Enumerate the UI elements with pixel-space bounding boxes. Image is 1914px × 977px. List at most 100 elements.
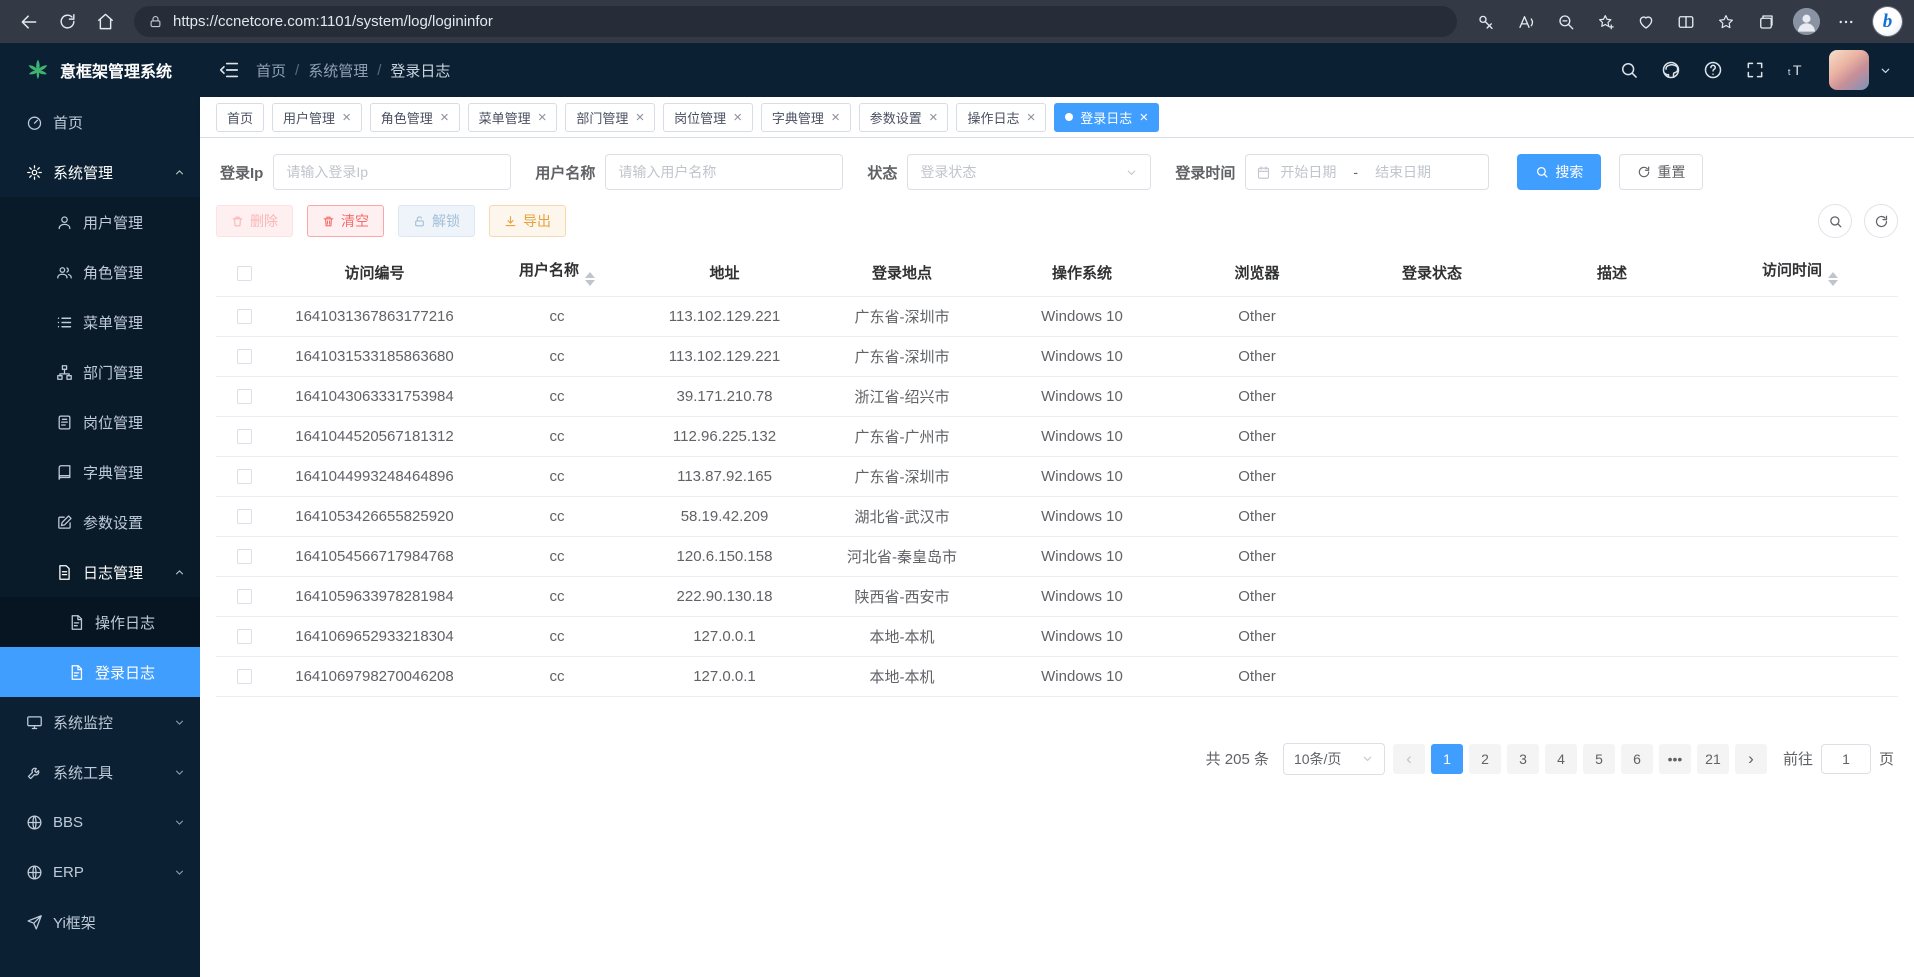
fullscreen-icon[interactable] [1745,60,1765,80]
close-tab-icon[interactable]: × [342,110,351,125]
pager-more-button[interactable]: ••• [1659,744,1691,774]
pager-page-6[interactable]: 6 [1621,744,1653,774]
login-ip-input[interactable] [273,154,511,190]
sidebar-item-dept-management[interactable]: 部门管理 [0,347,200,397]
refresh-icon[interactable] [50,6,84,38]
close-tab-icon[interactable]: × [733,110,742,125]
sidebar-item-login-log[interactable]: 登录日志 [0,647,200,697]
close-tab-icon[interactable]: × [538,110,547,125]
sort-carets-icon[interactable] [1828,272,1838,286]
pager-page-4[interactable]: 4 [1545,744,1577,774]
browser-profile-avatar[interactable] [1789,6,1823,38]
table-row[interactable]: 1641069652933218304cc127.0.0.1本地-本机Windo… [216,616,1898,656]
sidebar-item-bbs[interactable]: BBS [0,797,200,847]
sidebar-item-operation-log[interactable]: 操作日志 [0,597,200,647]
unlock-button[interactable]: 解锁 [398,205,475,237]
password-key-icon[interactable] [1469,6,1503,38]
row-checkbox[interactable] [237,469,252,484]
table-row[interactable]: 1641031533185863680cc113.102.129.221广东省-… [216,336,1898,376]
zoom-icon[interactable] [1549,6,1583,38]
sidebar-item-user-management[interactable]: 用户管理 [0,197,200,247]
table-row[interactable]: 1641043063331753984cc39.171.210.78浙江省-绍兴… [216,376,1898,416]
login-time-range-picker[interactable]: 开始日期 - 结束日期 [1245,154,1489,190]
menu-fold-icon[interactable] [218,59,240,81]
start-date-placeholder[interactable]: 开始日期 [1280,162,1336,182]
close-tab-icon[interactable]: × [635,110,644,125]
close-tab-icon[interactable]: × [1139,110,1148,125]
row-checkbox[interactable] [237,549,252,564]
page-size-select[interactable]: 10条/页 [1283,743,1385,775]
sidebar-item-system-monitor[interactable]: 系统监控 [0,697,200,747]
close-tab-icon[interactable]: × [831,110,840,125]
status-select[interactable]: 登录状态 [907,154,1151,190]
sidebar-item-system-management[interactable]: 系统管理 [0,147,200,197]
sidebar-item-menu-management[interactable]: 菜单管理 [0,297,200,347]
sidebar-item-system-tools[interactable]: 系统工具 [0,747,200,797]
row-checkbox[interactable] [237,429,252,444]
help-icon[interactable] [1703,60,1723,80]
tab-字典管理[interactable]: 字典管理× [761,103,851,132]
tab-首页[interactable]: 首页 [216,103,264,132]
browser-menu-icon[interactable] [1829,6,1863,38]
search-icon[interactable] [1619,60,1639,80]
breadcrumb-item[interactable]: 首页 [256,60,286,81]
tab-角色管理[interactable]: 角色管理× [370,103,460,132]
pager-page-3[interactable]: 3 [1507,744,1539,774]
sidebar-item-log-management[interactable]: 日志管理 [0,547,200,597]
tab-部门管理[interactable]: 部门管理× [565,103,655,132]
tab-操作日志[interactable]: 操作日志× [956,103,1046,132]
collections-icon[interactable] [1749,6,1783,38]
tab-登录日志[interactable]: 登录日志× [1054,103,1159,132]
export-button[interactable]: 导出 [489,205,566,237]
refresh-table-button[interactable] [1864,204,1898,238]
sidebar-item-post-management[interactable]: 岗位管理 [0,397,200,447]
end-date-placeholder[interactable]: 结束日期 [1375,162,1431,182]
tab-参数设置[interactable]: 参数设置× [859,103,949,132]
github-icon[interactable] [1661,60,1681,80]
favorites-add-icon[interactable] [1589,6,1623,38]
url-text[interactable]: https://ccnetcore.com:1101/system/log/lo… [173,13,493,30]
row-checkbox[interactable] [237,309,252,324]
row-checkbox[interactable] [237,349,252,364]
sidebar-item-yi-framework[interactable]: Yi框架 [0,897,200,947]
browser-essentials-icon[interactable] [1629,6,1663,38]
close-tab-icon[interactable]: × [1027,110,1036,125]
row-checkbox[interactable] [237,509,252,524]
sidebar-item-home[interactable]: 首页 [0,97,200,147]
pager-page-21[interactable]: 21 [1697,744,1729,774]
row-checkbox[interactable] [237,389,252,404]
select-all-checkbox[interactable] [237,266,252,281]
clear-button[interactable]: 清空 [307,205,384,237]
bing-chat-icon[interactable]: b [1873,7,1902,36]
goto-page-input[interactable] [1821,744,1871,774]
user-avatar[interactable] [1829,50,1869,90]
search-button[interactable]: 搜索 [1517,154,1601,190]
sidebar-item-dict-management[interactable]: 字典管理 [0,447,200,497]
row-checkbox[interactable] [237,669,252,684]
pager-page-5[interactable]: 5 [1583,744,1615,774]
table-row[interactable]: 1641044993248464896cc113.87.92.165广东省-深圳… [216,456,1898,496]
table-row[interactable]: 1641044520567181312cc112.96.225.132广东省-广… [216,416,1898,456]
table-row[interactable]: 1641069798270046208cc127.0.0.1本地-本机Windo… [216,656,1898,696]
row-checkbox[interactable] [237,589,252,604]
back-icon[interactable] [12,6,46,38]
favorites-bar-icon[interactable] [1709,6,1743,38]
font-size-icon[interactable]: tT [1787,60,1807,80]
close-tab-icon[interactable]: × [929,110,938,125]
toggle-search-button[interactable] [1818,204,1852,238]
sidebar-item-param-settings[interactable]: 参数设置 [0,497,200,547]
column-header-time[interactable]: 访问时间 [1702,250,1898,296]
sidebar-item-role-management[interactable]: 角色管理 [0,247,200,297]
address-bar[interactable]: https://ccnetcore.com:1101/system/log/lo… [134,6,1457,37]
username-input[interactable] [605,154,843,190]
sort-carets-icon[interactable] [585,272,595,286]
tab-岗位管理[interactable]: 岗位管理× [663,103,753,132]
table-row[interactable]: 1641059633978281984cc222.90.130.18陕西省-西安… [216,576,1898,616]
column-header-user[interactable]: 用户名称 [477,250,637,296]
pager-page-2[interactable]: 2 [1469,744,1501,774]
tab-用户管理[interactable]: 用户管理× [272,103,362,132]
delete-button[interactable]: 删除 [216,205,293,237]
chevron-down-icon[interactable] [1879,64,1892,77]
tab-菜单管理[interactable]: 菜单管理× [468,103,558,132]
home-icon[interactable] [88,6,122,38]
